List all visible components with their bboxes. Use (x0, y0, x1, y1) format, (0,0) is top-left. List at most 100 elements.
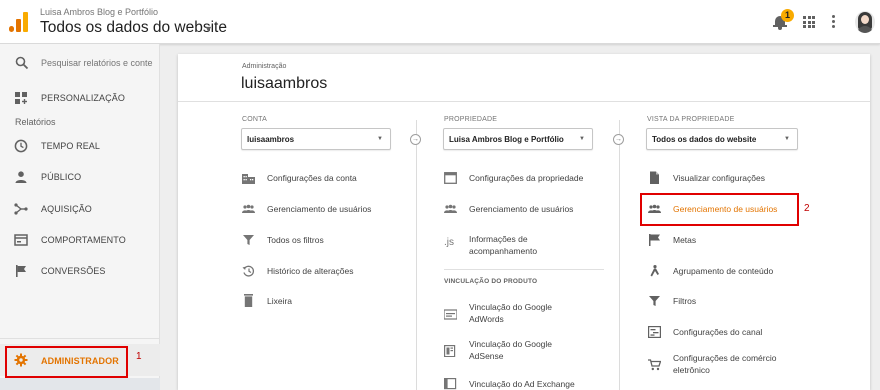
trash-icon (244, 294, 253, 307)
adexchange-linking-link[interactable]: Vinculação do Ad Exchange (444, 371, 609, 390)
apps-grid-icon[interactable] (803, 16, 815, 28)
sidebar-item-customization[interactable]: PERSONALIZAÇÃO (0, 85, 160, 111)
avatar[interactable] (855, 11, 875, 33)
link-label: Informações de acompanhamento (469, 234, 538, 256)
adwords-icon (444, 309, 457, 320)
tracking-info-link[interactable]: .js Informações de acompanhamento (444, 233, 609, 257)
analytics-logo-icon[interactable] (9, 12, 29, 32)
adsense-linking-link[interactable]: Vinculação do Google AdSense (444, 338, 609, 362)
sidebar: Pesquisar relatórios e conte PERSONALIZA… (0, 44, 160, 390)
search-input[interactable]: Pesquisar relatórios e conte (41, 58, 153, 68)
link-label: Configurações da propriedade (469, 173, 584, 183)
user-management-highlight-box (640, 193, 799, 226)
property-select-value: Luisa Ambros Blog e Portfólio (449, 135, 564, 144)
walker-icon (650, 265, 659, 277)
link-label: Todos os filtros (267, 235, 324, 245)
link-label: Configurações de comércio eletrônico (673, 353, 777, 375)
users-icon (242, 204, 255, 213)
view-select-value: Todos os dados do website (652, 135, 757, 144)
sidebar-item-realtime[interactable]: TEMPO REAL (0, 133, 160, 159)
ecommerce-settings-link[interactable]: Configurações de comércio eletrônico (648, 352, 813, 376)
filters-link[interactable]: Filtros (648, 290, 813, 314)
adexchange-icon (444, 378, 457, 390)
channel-icon (648, 326, 661, 338)
js-icon: .js (444, 237, 454, 248)
sidebar-divider (0, 338, 160, 339)
chevron-down-icon: ▼ (579, 136, 585, 142)
account-name[interactable]: Luisa Ambros Blog e Portfólio (40, 7, 158, 17)
dashboard-add-icon (15, 92, 27, 104)
sidebar-item-audience[interactable]: PÚBLICO (0, 164, 160, 190)
admin-header: Administração luisaambros (178, 54, 870, 102)
users-icon (444, 204, 457, 213)
notification-badge: 1 (781, 9, 794, 22)
account-change-history-link[interactable]: Histórico de alterações (242, 260, 402, 284)
sidebar-item-label: COMPORTAMENTO (41, 235, 126, 245)
link-label: Lixeira (267, 296, 293, 306)
sidebar-item-label: PERSONALIZAÇÃO (41, 93, 125, 103)
adsense-icon (444, 345, 456, 357)
adwords-linking-link[interactable]: Vinculação do Google AdWords (444, 301, 609, 325)
link-label: Gerenciamento de usuários (469, 204, 574, 214)
sidebar-item-label: TEMPO REAL (41, 141, 101, 151)
link-label: Vinculação do Google AdWords (469, 302, 553, 324)
link-label: Configurações do canal (673, 327, 763, 337)
admin-highlight-box (5, 346, 128, 378)
link-label: Vinculação do Ad Exchange (469, 379, 575, 389)
column-divider (416, 120, 417, 390)
view-column-heading: VISTA DA PROPRIEDADE (647, 116, 735, 123)
view-selector[interactable]: Todos os dados do website (40, 19, 227, 37)
property-settings-link[interactable]: Configurações da propriedade (444, 167, 609, 191)
reports-section-label: Relatórios (15, 117, 56, 127)
sidebar-item-label: CONVERSÕES (41, 266, 106, 276)
chevron-down-icon: ▼ (784, 136, 790, 142)
property-select[interactable]: Luisa Ambros Blog e Portfólio ▼ (443, 128, 593, 150)
account-select-value: luisaambros (247, 135, 295, 144)
annotation-number: 1 (136, 351, 142, 362)
filter-icon (243, 235, 254, 245)
chevron-down-icon: ▼ (377, 136, 383, 142)
sidebar-item-conversions[interactable]: CONVERSÕES (0, 258, 160, 284)
more-options-icon[interactable] (832, 15, 835, 29)
product-linking-heading: VINCULAÇÃO DO PRODUTO (444, 278, 538, 285)
account-column-heading: CONTA (242, 116, 267, 123)
link-label: Agrupamento de conteúdo (673, 266, 774, 276)
arrow-right-icon: → (613, 134, 624, 145)
channel-settings-link[interactable]: Configurações do canal (648, 321, 813, 345)
sidebar-item-label: AQUISIÇÃO (41, 204, 92, 214)
page-title: luisaambros (241, 75, 328, 92)
chevron-down-icon[interactable]: ▼ (204, 24, 213, 34)
account-settings-link[interactable]: Configurações da conta (242, 167, 402, 191)
arrow-right-icon: → (410, 134, 421, 145)
content-grouping-link[interactable]: Agrupamento de conteúdo (648, 260, 813, 284)
filter-icon (649, 296, 660, 306)
acquisition-icon (14, 203, 28, 215)
breadcrumb: Administração (242, 63, 287, 70)
goals-link[interactable]: Metas (648, 229, 813, 253)
clock-icon (14, 139, 28, 153)
account-all-filters-link[interactable]: Todos os filtros (242, 229, 402, 253)
sidebar-footer (0, 378, 160, 390)
link-label: Gerenciamento de usuários (267, 204, 372, 214)
link-label: Visualizar configurações (673, 173, 765, 183)
link-label: Filtros (673, 296, 697, 306)
link-label: Histórico de alterações (267, 266, 354, 276)
annotation-number: 2 (804, 203, 810, 214)
link-label: Configurações da conta (267, 173, 357, 183)
account-trash-link[interactable]: Lixeira (242, 290, 402, 314)
person-icon (15, 171, 27, 183)
section-divider (444, 269, 604, 270)
sidebar-search[interactable]: Pesquisar relatórios e conte (0, 50, 160, 76)
account-user-management-link[interactable]: Gerenciamento de usuários (242, 198, 402, 222)
history-icon (242, 265, 255, 277)
property-user-management-link[interactable]: Gerenciamento de usuários (444, 198, 609, 222)
account-select[interactable]: luisaambros ▼ (241, 128, 391, 150)
link-label: Vinculação do Google AdSense (469, 339, 553, 361)
sidebar-item-behavior[interactable]: COMPORTAMENTO (0, 227, 160, 253)
column-divider (619, 120, 620, 390)
view-select[interactable]: Todos os dados do website ▼ (646, 128, 798, 150)
view-settings-link[interactable]: Visualizar configurações (648, 167, 813, 191)
sidebar-item-acquisition[interactable]: AQUISIÇÃO (0, 196, 160, 222)
top-bar: Luisa Ambros Blog e Portfólio Todos os d… (0, 0, 880, 44)
link-label: Metas (673, 235, 697, 245)
